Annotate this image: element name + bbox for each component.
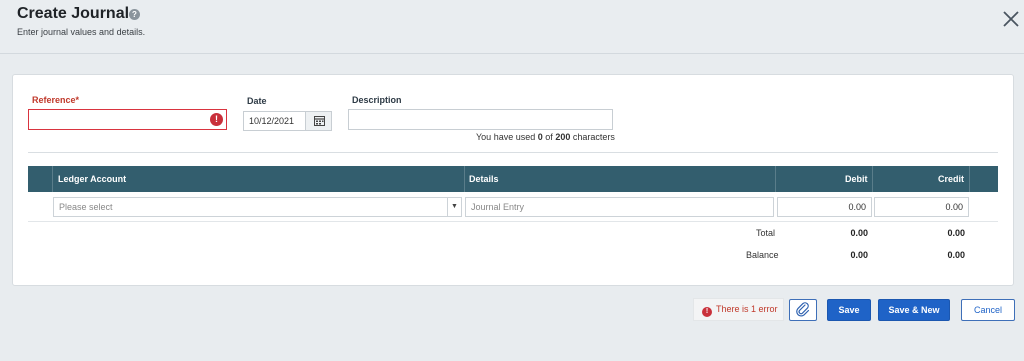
calendar-button[interactable] [305, 111, 332, 131]
column-header-details: Details [469, 174, 499, 184]
dialog-header: Create Journal ? Enter journal values an… [0, 0, 1024, 54]
total-debit: 0.00 [850, 228, 868, 238]
char-count-used: 0 [537, 132, 543, 142]
credit-input[interactable]: 0.00 [874, 197, 969, 217]
attach-button[interactable] [789, 299, 817, 321]
details-input[interactable]: Journal Entry [465, 197, 774, 217]
cancel-button[interactable]: Cancel [961, 299, 1015, 321]
column-header-credit: Credit [938, 174, 965, 184]
chevron-down-icon[interactable]: ▼ [447, 197, 461, 217]
char-count-prefix: You have used [476, 132, 536, 142]
page-title: Create Journal [17, 5, 130, 22]
date-input[interactable]: 10/12/2021 [243, 111, 306, 131]
balance-label: Balance [746, 250, 779, 260]
calendar-icon [314, 116, 325, 126]
error-icon: ! [702, 307, 712, 317]
reference-input[interactable] [28, 109, 227, 130]
save-button[interactable]: Save [827, 299, 871, 321]
char-count-suffix: characters [572, 132, 615, 142]
column-header-debit: Debit [845, 174, 868, 184]
reference-label: Reference* [32, 95, 80, 105]
column-separator [872, 166, 873, 192]
debit-input[interactable]: 0.00 [777, 197, 872, 217]
column-separator [969, 166, 970, 192]
error-summary[interactable]: ! There is 1 error [693, 298, 784, 321]
error-icon: ! [210, 113, 223, 126]
column-separator [775, 166, 776, 192]
ledger-account-select[interactable]: Please select [53, 197, 462, 217]
column-header-ledger-account: Ledger Account [58, 174, 127, 184]
date-label: Date [247, 96, 267, 106]
total-credit: 0.00 [947, 228, 965, 238]
save-and-new-button[interactable]: Save & New [878, 299, 950, 321]
total-label: Total [756, 228, 776, 238]
balance-debit: 0.00 [850, 250, 868, 260]
column-separator [464, 166, 465, 192]
balance-credit: 0.00 [947, 250, 965, 260]
character-counter: You have used 0 of 200 characters [476, 132, 615, 142]
description-label: Description [352, 95, 402, 105]
section-divider [28, 152, 998, 153]
row-divider [28, 221, 998, 222]
column-separator [52, 166, 53, 192]
paperclip-icon [796, 302, 810, 317]
description-input[interactable] [348, 109, 613, 130]
char-count-max: 200 [555, 132, 571, 142]
char-count-of: of [545, 132, 553, 142]
close-icon[interactable] [1001, 9, 1021, 29]
help-icon[interactable]: ? [129, 9, 140, 20]
page-subtitle: Enter journal values and details. [17, 27, 146, 37]
error-summary-text: There is 1 error [716, 304, 778, 314]
